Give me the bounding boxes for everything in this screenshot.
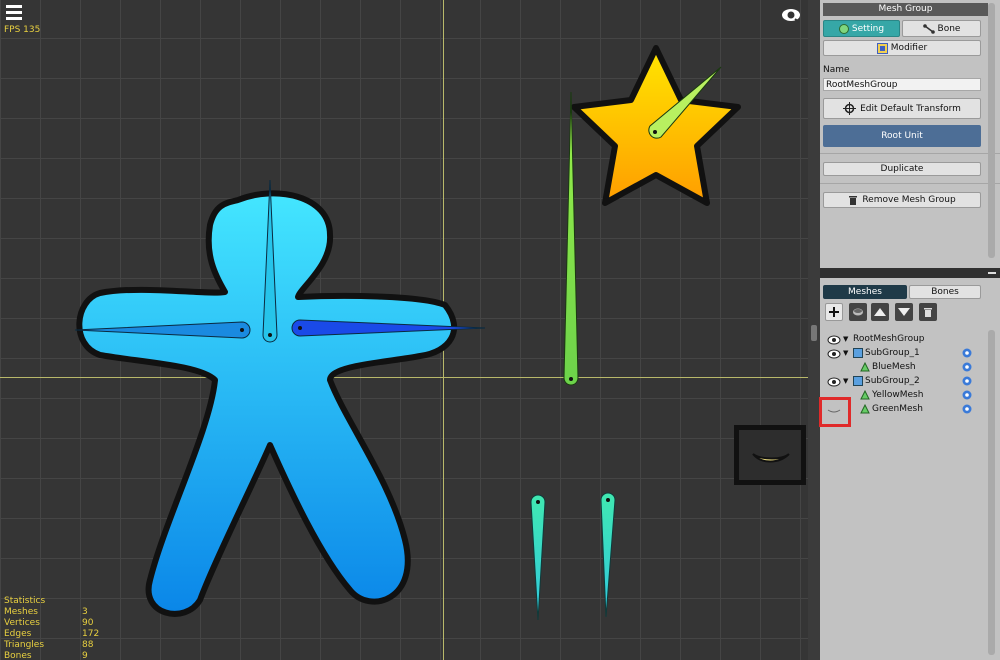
trash-icon bbox=[849, 195, 858, 205]
eye-icon[interactable] bbox=[827, 377, 841, 387]
stat-row: Meshes 3 bbox=[4, 607, 99, 618]
left-leg-bone bbox=[530, 494, 546, 621]
scene-canvas bbox=[74, 45, 741, 621]
stat-value: 3 bbox=[82, 607, 88, 617]
tree-scrollbar[interactable] bbox=[988, 330, 995, 655]
statistics-title: Statistics bbox=[4, 596, 46, 606]
mesh-icon bbox=[860, 362, 870, 372]
tree-item-label: SubGroup_1 bbox=[865, 348, 920, 358]
delete-icon[interactable] bbox=[919, 303, 937, 321]
viewport[interactable]: FPS 135 Statistics Meshes 3 Vertices 90 Ed… bbox=[0, 0, 808, 660]
stat-value: 88 bbox=[82, 640, 94, 650]
move-down-icon[interactable] bbox=[895, 303, 913, 321]
viewport-scrollbar[interactable] bbox=[808, 0, 820, 660]
mesh-icon bbox=[860, 404, 870, 414]
stat-label: Bones bbox=[4, 651, 32, 660]
visibility-icon[interactable] bbox=[961, 376, 973, 386]
visibility-icon[interactable] bbox=[961, 390, 973, 400]
bone-icon bbox=[922, 23, 935, 34]
left-leg-bone-joint bbox=[536, 500, 540, 504]
left-arm-bone-joint bbox=[240, 328, 244, 332]
stat-value: 9 bbox=[82, 651, 88, 660]
stat-value: 172 bbox=[82, 629, 100, 639]
expand-triangle-icon[interactable]: ▼ bbox=[843, 377, 848, 385]
add-icon[interactable] bbox=[825, 303, 843, 321]
meshgroup-icon bbox=[853, 348, 863, 358]
visibility-icon[interactable] bbox=[961, 404, 973, 414]
stat-row: Bones 9 bbox=[4, 651, 99, 660]
highlight-box bbox=[819, 397, 851, 427]
tab-meshes[interactable]: Meshes bbox=[823, 285, 907, 299]
eye-icon[interactable] bbox=[827, 335, 841, 345]
tab-bones[interactable]: Bones bbox=[909, 285, 981, 299]
stat-row: Edges 172 bbox=[4, 629, 99, 640]
tab-setting[interactable]: Setting bbox=[823, 20, 900, 37]
head-bone-joint bbox=[268, 333, 272, 337]
name-field[interactable]: RootMeshGroup bbox=[823, 78, 981, 91]
green-long-bone-joint bbox=[569, 377, 573, 381]
tab-bone[interactable]: Bone bbox=[902, 20, 981, 37]
expand-triangle-icon[interactable]: ▼ bbox=[843, 335, 848, 343]
remove-mesh-group-button[interactable]: Remove Mesh Group bbox=[823, 192, 981, 208]
stat-label: Triangles bbox=[4, 640, 45, 650]
statistics-panel: Statistics Meshes 3 Vertices 90 Edges 172 T… bbox=[4, 596, 99, 660]
stat-label: Edges bbox=[4, 629, 32, 639]
move-up-icon[interactable] bbox=[871, 303, 889, 321]
divider bbox=[820, 183, 1000, 184]
tree-item-label: BlueMesh bbox=[872, 362, 916, 372]
tree-item-label: SubGroup_2 bbox=[865, 376, 920, 386]
panel-splitter[interactable] bbox=[820, 268, 1000, 278]
layer-icon[interactable] bbox=[849, 303, 867, 321]
splitter-handle-icon bbox=[988, 272, 996, 274]
tree-row-subgroup-1[interactable]: ▼ SubGroup_1 bbox=[820, 347, 985, 361]
stat-label: Meshes bbox=[4, 607, 38, 617]
tab-setting-label: Setting bbox=[851, 23, 885, 34]
meshgroup-icon bbox=[853, 376, 863, 386]
root-unit-button[interactable]: Root Unit bbox=[823, 125, 981, 147]
tree-item-label: GreenMesh bbox=[872, 404, 923, 414]
tree-row-bluemesh[interactable]: BlueMesh bbox=[820, 361, 985, 375]
mesh-group-panel: Mesh Group Setting Bone Modifier Name Ro… bbox=[820, 0, 1000, 660]
stat-value: 90 bbox=[82, 618, 94, 628]
modifier-label: Modifier bbox=[890, 43, 928, 53]
modifier-icon bbox=[876, 42, 888, 54]
tab-bone-label: Bone bbox=[937, 23, 961, 34]
visibility-icon[interactable] bbox=[961, 362, 973, 372]
mesh-icon bbox=[860, 390, 870, 400]
star-bone-joint bbox=[653, 130, 657, 134]
name-label: Name bbox=[823, 65, 850, 75]
panel-scrollbar[interactable] bbox=[988, 3, 995, 258]
visibility-toggle-icon[interactable] bbox=[781, 7, 801, 23]
right-arm-bone-joint bbox=[298, 326, 302, 330]
fps-counter: FPS 135 bbox=[4, 25, 41, 35]
tree-item-label: RootMeshGroup bbox=[853, 334, 925, 344]
remove-mesh-group-label: Remove Mesh Group bbox=[862, 195, 956, 205]
right-leg-bone bbox=[600, 492, 616, 618]
right-leg-bone-joint bbox=[606, 498, 610, 502]
green-long-bone bbox=[563, 91, 579, 386]
visibility-icon[interactable] bbox=[961, 348, 973, 358]
menu-icon[interactable] bbox=[4, 3, 24, 23]
tree-row-rootmeshgroup[interactable]: ▼ RootMeshGroup bbox=[820, 333, 985, 347]
stat-row: Triangles 88 bbox=[4, 640, 99, 651]
eye-icon[interactable] bbox=[827, 349, 841, 359]
divider bbox=[820, 153, 1000, 154]
tree-row-subgroup-2[interactable]: ▼ SubGroup_2 bbox=[820, 375, 985, 389]
setting-icon bbox=[838, 23, 849, 34]
expand-triangle-icon[interactable]: ▼ bbox=[843, 349, 848, 357]
edit-default-transform-button[interactable]: Edit Default Transform bbox=[823, 98, 981, 119]
modifier-button[interactable]: Modifier bbox=[823, 40, 981, 56]
tree-item-label: YellowMesh bbox=[872, 390, 924, 400]
stat-row: Vertices 90 bbox=[4, 618, 99, 629]
transform-icon bbox=[843, 102, 857, 115]
duplicate-button[interactable]: Duplicate bbox=[823, 162, 981, 176]
green-mesh-preview bbox=[734, 425, 806, 485]
scrollbar-thumb[interactable] bbox=[811, 325, 817, 341]
stat-label: Vertices bbox=[4, 618, 40, 628]
edit-default-transform-label: Edit Default Transform bbox=[860, 103, 961, 114]
panel-header: Mesh Group bbox=[823, 3, 988, 16]
